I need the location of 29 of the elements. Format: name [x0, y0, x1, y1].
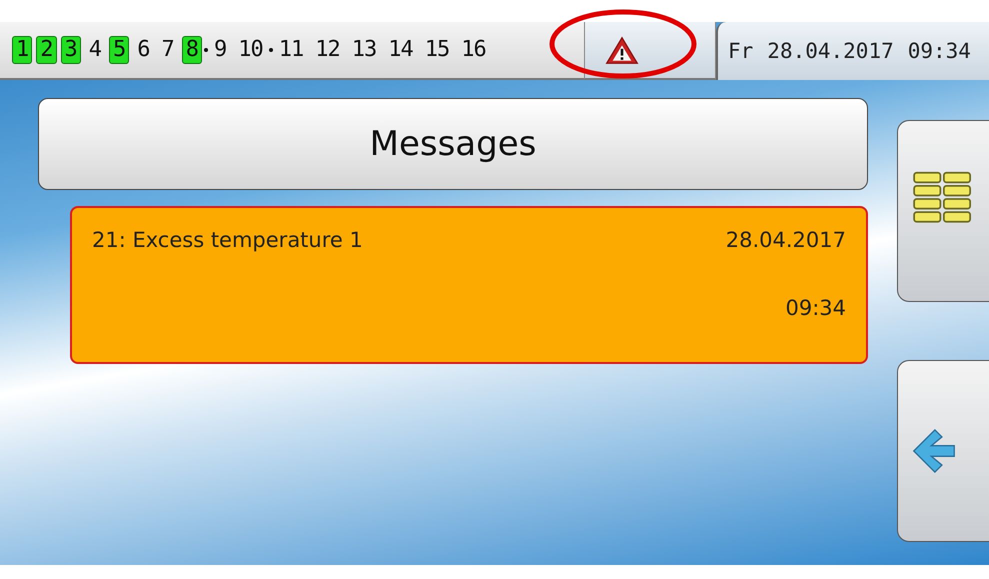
message-card[interactable]: 21: Excess temperature 1 28.04.2017 09:34 — [70, 206, 868, 364]
weekday: Fr — [728, 39, 754, 63]
message-text: 21: Excess temperature 1 — [92, 228, 363, 252]
output-number: 6 — [136, 36, 150, 64]
output-number: 15 — [424, 36, 450, 64]
messages-title: Messages — [38, 98, 868, 190]
output-number: 1 — [12, 36, 32, 64]
output-number: 5 — [109, 36, 130, 64]
message-time: 09:34 — [785, 296, 846, 320]
output-number: 2 — [36, 36, 56, 64]
output-number: 11 — [278, 36, 304, 64]
output-number: 12 — [314, 36, 341, 64]
message-date: 28.04.2017 — [726, 228, 846, 252]
output-number: 3 — [60, 36, 81, 64]
output-number: 9 — [213, 36, 228, 64]
output-number: 4 — [88, 36, 102, 64]
date: 28.04.2017 — [767, 39, 894, 63]
output-number: 13 — [350, 36, 378, 64]
back-button[interactable] — [897, 360, 989, 542]
time: 09:34 — [908, 39, 971, 63]
output-number: 8 — [182, 36, 202, 64]
menu-button[interactable] — [897, 120, 989, 302]
output-number: 10 — [237, 36, 264, 64]
warning-tab[interactable] — [584, 22, 716, 80]
output-number: 14 — [387, 36, 414, 64]
date-time-tab[interactable]: Fr 28.04.2017 09:34 — [716, 22, 989, 80]
output-number: 7 — [160, 36, 175, 64]
warning-icon — [605, 36, 639, 64]
output-number: 16 — [460, 36, 487, 64]
